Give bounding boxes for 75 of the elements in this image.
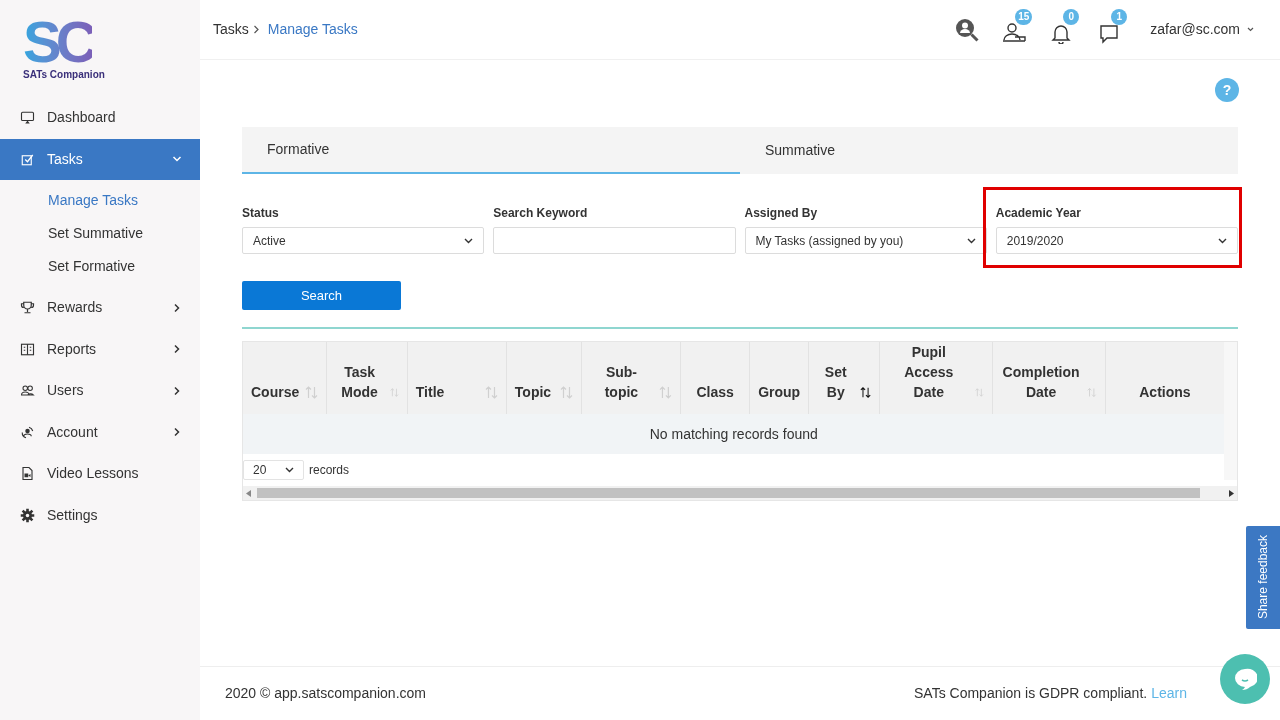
column-header[interactable]: Set By [817,362,855,402]
sidebar-item[interactable]: Tasks [0,138,200,180]
submenu-item[interactable]: Set Summative [0,217,200,250]
share-feedback-tab[interactable]: Share feedback [1246,526,1280,629]
sort-icon[interactable] [305,386,319,399]
sidebar-item[interactable]: Dashboard [0,97,200,139]
caret-icon [1247,27,1254,32]
sidebar-item[interactable]: Settings [0,494,200,536]
breadcrumb-separator-icon [252,25,260,34]
sidebar-item[interactable]: Video Lessons [0,453,200,495]
column-header[interactable]: Sub-topic [589,362,654,402]
select-field[interactable]: 2019/2020 [995,227,1238,254]
sort-icon[interactable] [975,386,984,399]
users-icon [20,383,35,399]
column-header[interactable]: Class [696,382,734,402]
empty-table-message: No matching records found [243,414,1225,454]
sidebar-item[interactable]: Users [0,370,200,412]
submenu-item[interactable]: Set Formative [0,250,200,283]
count-badge: 1 [1111,8,1128,25]
column-header[interactable]: Title [415,382,445,402]
sidebar-item[interactable]: Account [0,411,200,453]
sort-icon[interactable] [389,386,399,399]
caret-icon [1218,237,1227,244]
field-label: Assigned By [744,205,819,222]
scroll-left-icon[interactable] [246,489,251,497]
sort-active-icon[interactable] [860,386,872,399]
sort-icon[interactable] [659,386,672,399]
select-field[interactable]: My Tasks (assigned by you) [744,227,987,254]
field-label: Status [242,205,280,222]
sort-icon[interactable] [484,386,498,399]
monitor-icon [20,110,35,126]
page-size-label: records [309,462,349,479]
breadcrumb-link[interactable]: Tasks [213,19,249,40]
column-header[interactable]: Course [251,382,300,402]
video-file-icon [20,466,35,482]
field-label: Search Keyword [493,205,589,222]
chat-button[interactable] [1220,654,1270,704]
count-badge: 0 [1063,8,1080,25]
person-icon [20,424,35,440]
gdpr-text: SATs Companion is GDPR compliant. [914,684,1148,703]
caret-icon [285,467,294,473]
user-menu[interactable]: zafar@sc.com [1150,19,1254,40]
settings-icon [20,507,35,523]
column-header[interactable]: Topic [514,382,552,402]
select-field[interactable]: Active [242,227,485,254]
caret-icon [464,237,474,244]
sidebar-item[interactable]: Rewards [0,287,200,329]
count-badge: 15 [1015,8,1033,25]
horizontal-scrollbar[interactable] [243,486,1237,500]
search-field[interactable] [493,227,736,254]
page-size-select[interactable]: 20 [243,460,304,480]
column-header[interactable]: Pupil Access Date [888,342,970,402]
column-header[interactable]: Task Mode [335,362,384,402]
chat-bubble-icon [1233,667,1257,691]
trophy-icon [20,300,35,316]
user-search-icon[interactable] [954,16,981,43]
vertical-scrollbar[interactable] [1224,342,1237,480]
tab[interactable]: Formative [242,127,740,174]
submenu-item[interactable]: Manage Tasks [0,184,200,217]
columns-icon [20,341,35,357]
logo-name: SATs Companion [23,68,105,82]
scroll-right-icon[interactable] [1229,489,1234,497]
copyright-text: 2020 © app.satscompanion.com [225,684,426,703]
column-header[interactable]: Group [758,382,801,402]
search-button[interactable]: Search [242,281,401,310]
breadcrumb-current: Manage Tasks [267,20,358,39]
caret-icon [966,237,976,244]
column-header[interactable]: Actions [1139,382,1191,402]
sort-icon[interactable] [1087,386,1097,399]
column-header[interactable]: Completion Date [1000,362,1082,402]
sidebar-item[interactable]: Reports [0,328,200,370]
tab[interactable]: Summative [740,127,1238,174]
pupil-book-icon[interactable] [1002,21,1027,44]
field-label: Academic Year [995,205,1082,222]
sort-icon[interactable] [559,386,573,399]
